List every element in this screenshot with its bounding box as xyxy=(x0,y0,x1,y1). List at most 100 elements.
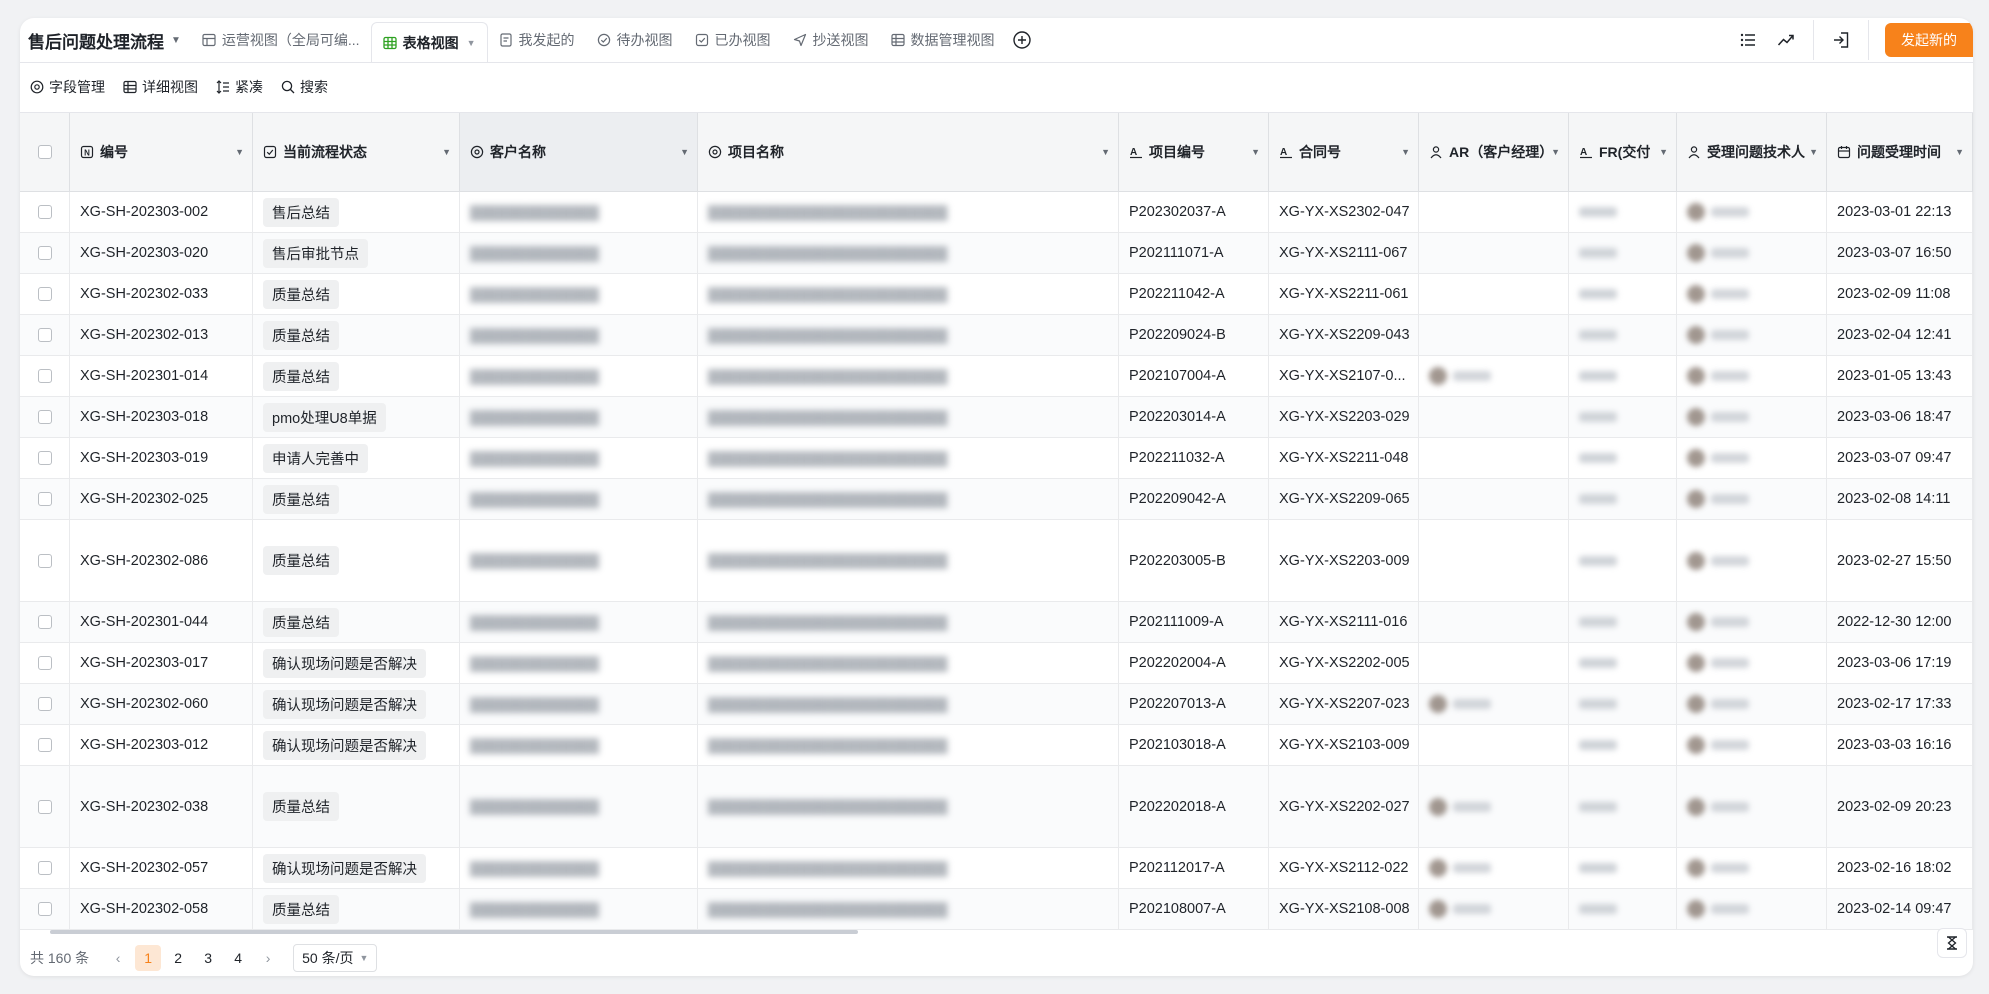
cell-accept-time[interactable]: 2023-03-06 17:19 xyxy=(1827,643,1973,683)
table-row[interactable]: XG-SH-202303-019 申请人完善中 ██████████████ ████… xyxy=(20,438,1973,479)
cell-contract-no[interactable]: XG-YX-XS2111-016 xyxy=(1269,602,1419,642)
cell-customer[interactable]: ██████████████ xyxy=(460,438,698,478)
cell-contract-no[interactable]: XG-YX-XS2211-048 xyxy=(1269,438,1419,478)
cell-tech-person[interactable] xyxy=(1677,520,1827,601)
table-row[interactable]: XG-SH-202303-017 确认现场问题是否解决 ██████████████… xyxy=(20,643,1973,684)
table-row[interactable]: XG-SH-202302-033 质量总结 ██████████████ ██████… xyxy=(20,274,1973,315)
cell-status[interactable]: 售后总结 xyxy=(253,192,460,232)
table-row[interactable]: XG-SH-202303-020 售后审批节点 ██████████████ ████… xyxy=(20,233,1973,274)
cell-customer[interactable]: ██████████████ xyxy=(460,315,698,355)
sort-caret-icon[interactable]: ▼ xyxy=(1955,147,1964,157)
page-size-select[interactable]: 50 条/页 ▼ xyxy=(293,944,378,972)
cell-accept-time[interactable]: 2022-12-30 12:00 xyxy=(1827,602,1973,642)
cell-fr-delivery[interactable] xyxy=(1569,479,1677,519)
cell-status[interactable]: 确认现场问题是否解决 xyxy=(253,725,460,765)
next-page-icon[interactable]: › xyxy=(255,945,281,971)
sort-caret-icon[interactable]: ▼ xyxy=(1101,147,1110,157)
table-row[interactable]: XG-SH-202303-012 确认现场问题是否解决 ██████████████… xyxy=(20,725,1973,766)
select-all-checkbox[interactable] xyxy=(37,145,52,159)
row-checkbox[interactable] xyxy=(37,615,52,629)
row-checkbox[interactable] xyxy=(37,656,52,670)
column-header-tech-person[interactable]: 受理问题技术人 ▼ xyxy=(1677,113,1827,191)
cell-project[interactable]: ██████████████████████████ xyxy=(698,889,1119,929)
cell-ar-manager[interactable] xyxy=(1419,479,1569,519)
cell-id[interactable]: XG-SH-202302-025 xyxy=(70,479,253,519)
cell-project[interactable]: ██████████████████████████ xyxy=(698,766,1119,847)
cell-fr-delivery[interactable] xyxy=(1569,315,1677,355)
cell-accept-time[interactable]: 2023-02-08 14:11 xyxy=(1827,479,1973,519)
cell-status[interactable]: 质量总结 xyxy=(253,274,460,314)
cell-customer[interactable]: ██████████████ xyxy=(460,602,698,642)
cell-fr-delivery[interactable] xyxy=(1569,684,1677,724)
cell-ar-manager[interactable] xyxy=(1419,520,1569,601)
cell-fr-delivery[interactable] xyxy=(1569,848,1677,888)
cell-ar-manager[interactable] xyxy=(1419,233,1569,273)
cell-status[interactable]: 确认现场问题是否解决 xyxy=(253,848,460,888)
sort-caret-icon[interactable]: ▼ xyxy=(442,147,451,157)
table-row[interactable]: XG-SH-202302-057 确认现场问题是否解决 ██████████████… xyxy=(20,848,1973,889)
cell-id[interactable]: XG-SH-202303-019 xyxy=(70,438,253,478)
cell-project-no[interactable]: P202203005-B xyxy=(1119,520,1269,601)
cell-contract-no[interactable]: XG-YX-XS2211-061 xyxy=(1269,274,1419,314)
cell-fr-delivery[interactable] xyxy=(1569,766,1677,847)
cell-id[interactable]: XG-SH-202303-012 xyxy=(70,725,253,765)
cell-fr-delivery[interactable] xyxy=(1569,274,1677,314)
column-header-accept-time[interactable]: 问题受理时间 ▼ xyxy=(1827,113,1973,191)
row-checkbox[interactable] xyxy=(37,902,52,916)
cell-accept-time[interactable]: 2023-02-09 11:08 xyxy=(1827,274,1973,314)
row-checkbox[interactable] xyxy=(37,369,52,383)
cell-tech-person[interactable] xyxy=(1677,725,1827,765)
cell-id[interactable]: XG-SH-202301-044 xyxy=(70,602,253,642)
cell-status[interactable]: 质量总结 xyxy=(253,315,460,355)
cell-project[interactable]: ██████████████████████████ xyxy=(698,684,1119,724)
cell-fr-delivery[interactable] xyxy=(1569,520,1677,601)
table-row[interactable]: XG-SH-202302-038 质量总结 ██████████████ ██████… xyxy=(20,766,1973,848)
row-checkbox[interactable] xyxy=(37,738,52,752)
cell-ar-manager[interactable] xyxy=(1419,438,1569,478)
cell-project-no[interactable]: P202107004-A xyxy=(1119,356,1269,396)
row-checkbox[interactable] xyxy=(37,553,52,568)
cell-fr-delivery[interactable] xyxy=(1569,192,1677,232)
cell-customer[interactable]: ██████████████ xyxy=(460,848,698,888)
cell-contract-no[interactable]: XG-YX-XS2108-008 xyxy=(1269,889,1419,929)
cell-contract-no[interactable]: XG-YX-XS2111-067 xyxy=(1269,233,1419,273)
sort-caret-icon[interactable]: ▼ xyxy=(680,147,689,157)
cell-project-no[interactable]: P202103018-A xyxy=(1119,725,1269,765)
cell-contract-no[interactable]: XG-YX-XS2203-009 xyxy=(1269,520,1419,601)
cell-project[interactable]: ██████████████████████████ xyxy=(698,356,1119,396)
row-checkbox[interactable] xyxy=(37,205,52,219)
cell-tech-person[interactable] xyxy=(1677,315,1827,355)
cell-accept-time[interactable]: 2023-03-03 16:16 xyxy=(1827,725,1973,765)
column-header-fr-delivery[interactable]: A FR(交付 ▼ xyxy=(1569,113,1677,191)
cell-customer[interactable]: ██████████████ xyxy=(460,725,698,765)
cell-id[interactable]: XG-SH-202303-018 xyxy=(70,397,253,437)
row-checkbox[interactable] xyxy=(37,287,52,301)
detail-view-button[interactable]: 详细视图 xyxy=(123,77,198,97)
page-4[interactable]: 4 xyxy=(225,945,251,971)
cell-tech-person[interactable] xyxy=(1677,889,1827,929)
cell-project-no[interactable]: P202211032-A xyxy=(1119,438,1269,478)
cell-accept-time[interactable]: 2023-02-27 15:50 xyxy=(1827,520,1973,601)
table-row[interactable]: XG-SH-202303-002 售后总结 ██████████████ ██████… xyxy=(20,192,1973,233)
cell-tech-person[interactable] xyxy=(1677,766,1827,847)
column-header-id[interactable]: N 编号 ▼ xyxy=(70,113,253,191)
cell-fr-delivery[interactable] xyxy=(1569,356,1677,396)
tab-ops-view[interactable]: 运营视图（全局可编... xyxy=(191,18,371,62)
cell-project-no[interactable]: P202111009-A xyxy=(1119,602,1269,642)
cell-fr-delivery[interactable] xyxy=(1569,438,1677,478)
cell-customer[interactable]: ██████████████ xyxy=(460,889,698,929)
hourglass-icon[interactable] xyxy=(1937,928,1967,958)
cell-ar-manager[interactable] xyxy=(1419,315,1569,355)
row-checkbox[interactable] xyxy=(37,328,52,342)
cell-project[interactable]: ██████████████████████████ xyxy=(698,479,1119,519)
cell-ar-manager[interactable] xyxy=(1419,848,1569,888)
table-row[interactable]: XG-SH-202303-018 pmo处理U8单据 ██████████████ █… xyxy=(20,397,1973,438)
trend-chart-icon[interactable] xyxy=(1775,29,1797,51)
table-row[interactable]: XG-SH-202302-013 质量总结 ██████████████ ██████… xyxy=(20,315,1973,356)
cell-fr-delivery[interactable] xyxy=(1569,602,1677,642)
cell-accept-time[interactable]: 2023-02-09 20:23 xyxy=(1827,766,1973,847)
row-checkbox[interactable] xyxy=(37,799,52,814)
cell-accept-time[interactable]: 2023-03-01 22:13 xyxy=(1827,192,1973,232)
sort-caret-icon[interactable]: ▼ xyxy=(1551,147,1560,157)
cell-id[interactable]: XG-SH-202302-033 xyxy=(70,274,253,314)
